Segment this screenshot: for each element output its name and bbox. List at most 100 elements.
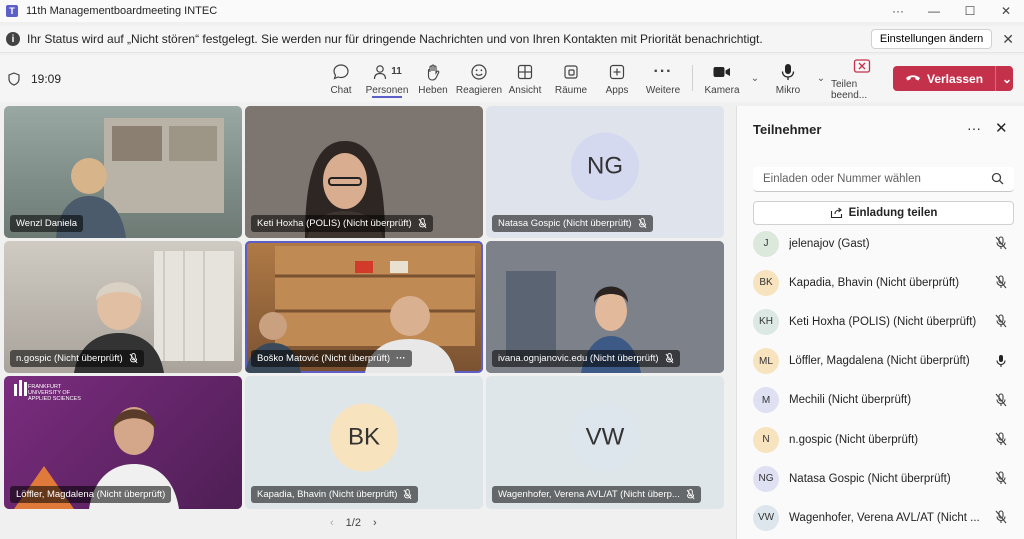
list-item[interactable]: NG Natasa Gospic (Nicht überprüft)	[753, 459, 1015, 498]
video-tile[interactable]: Keti Hoxha (POLIS) (Nicht überprüft)	[245, 106, 483, 238]
share-invite-button[interactable]: Einladung teilen	[753, 201, 1014, 225]
video-tile[interactable]: n.gospic (Nicht überprüft)	[4, 241, 242, 373]
list-item[interactable]: KH Keti Hoxha (POLIS) (Nicht überprüft)	[753, 302, 1015, 341]
video-tile[interactable]: Boško Matović (Nicht überprüft) ···	[245, 241, 483, 373]
participant-name: Kapadia, Bhavin (Nicht überprüft)	[789, 276, 960, 289]
stop-sharing-button[interactable]: Teilen beend...	[831, 55, 893, 102]
video-tile[interactable]: ivana.ognjanovic.edu (Nicht überprüft)	[486, 241, 724, 373]
participant-name: Mechili (Nicht überprüft)	[789, 394, 912, 407]
participant-name: Kapadia, Bhavin (Nicht überprüft)	[257, 489, 398, 500]
participant-name: Keti Hoxha (POLIS) (Nicht überprüft)	[789, 315, 977, 328]
panel-close-icon[interactable]: ✕	[995, 119, 1008, 137]
pagination: ‹ 1/2 ›	[330, 517, 377, 529]
ellipsis-icon: ···	[653, 62, 673, 80]
view-button[interactable]: Ansicht	[502, 55, 548, 102]
chat-button[interactable]: Chat	[318, 55, 364, 102]
tile-name-label: Boško Matović (Nicht überprüft) ···	[251, 350, 412, 367]
next-page-icon[interactable]: ›	[373, 517, 377, 529]
participant-name: Keti Hoxha (POLIS) (Nicht überprüft)	[257, 218, 412, 229]
share-invite-label: Einladung teilen	[848, 207, 938, 219]
close-banner-icon[interactable]: ✕	[1002, 31, 1014, 48]
leave-options-chevron-icon[interactable]: ⌄	[1002, 72, 1012, 86]
camera-label: Kamera	[704, 84, 740, 96]
maximize-button[interactable]: ☐	[952, 0, 988, 22]
chat-icon	[332, 62, 350, 82]
add-app-icon	[608, 62, 626, 82]
participant-name: ivana.ognjanovic.edu (Nicht überprüft)	[498, 353, 659, 364]
participants-panel: Teilnehmer ··· ✕ Einladen oder Nummer wä…	[736, 106, 1024, 539]
mic-options-chevron-icon[interactable]: ⌄	[811, 55, 831, 102]
camera-button[interactable]: Kamera	[699, 55, 745, 102]
status-banner: i Ihr Status wird auf „Nicht stören“ fes…	[0, 26, 1024, 53]
leave-divider	[995, 66, 997, 91]
raise-hand-button[interactable]: Heben	[410, 55, 456, 102]
list-item[interactable]: ML Löffler, Magdalena (Nicht überprüft)	[753, 342, 1015, 381]
rooms-label: Räume	[554, 84, 588, 96]
info-icon: i	[6, 32, 20, 46]
video-tile[interactable]: Wenzl Daniela	[4, 106, 242, 238]
avatar: N	[753, 426, 779, 453]
panel-title: Teilnehmer	[753, 122, 822, 137]
raise-hand-label: Heben	[418, 84, 448, 96]
tile-name-label: n.gospic (Nicht überprüft)	[10, 350, 144, 367]
avatar: NG	[753, 465, 779, 492]
camera-options-chevron-icon[interactable]: ⌄	[745, 55, 765, 102]
stop-sharing-label: Teilen beend...	[831, 79, 868, 101]
video-grid: Wenzl Daniela Keti Hoxha (POLIS) (Nicht …	[4, 106, 725, 510]
react-label: Reagieren	[455, 84, 503, 96]
banner-message: Ihr Status wird auf „Nicht stören“ festg…	[27, 32, 763, 46]
toolbar-divider	[692, 65, 693, 91]
avatar: M	[753, 387, 779, 414]
avatar: NG	[571, 132, 639, 201]
list-item[interactable]: J jelenajov (Gast)	[753, 224, 1015, 263]
video-tile[interactable]: NG Natasa Gospic (Nicht überprüft)	[486, 106, 724, 238]
teams-logo-icon: T	[6, 5, 18, 17]
mic-off-icon	[638, 218, 647, 229]
participant-name: Löffler, Magdalena (Nicht überprüft)	[789, 355, 970, 368]
list-item[interactable]: VW Wagenhofer, Verena AVL/AT (Nicht ...	[753, 498, 1015, 537]
mic-off-icon	[129, 353, 138, 364]
change-settings-button[interactable]: Einstellungen ändern	[870, 29, 993, 49]
react-button[interactable]: Reagieren	[456, 55, 502, 102]
mic-off-icon	[995, 314, 1007, 328]
more-button[interactable]: ··· Weitere	[640, 55, 686, 102]
leave-button[interactable]: Verlassen ⌄	[893, 66, 1013, 91]
list-item[interactable]: BK Kapadia, Bhavin (Nicht überprüft)	[753, 263, 1015, 302]
tile-name-label: Wagenhofer, Verena AVL/AT (Nicht überp..…	[492, 486, 701, 503]
rooms-button[interactable]: Räume	[548, 55, 594, 102]
mic-button[interactable]: Mikro	[765, 55, 811, 102]
list-item[interactable]: N n.gospic (Nicht überprüft)	[753, 420, 1015, 459]
avatar: J	[753, 230, 779, 257]
participant-name: Natasa Gospic (Nicht überprüft)	[498, 218, 632, 229]
stop-share-icon	[853, 56, 871, 76]
participant-name: Wagenhofer, Verena AVL/AT (Nicht ...	[789, 511, 980, 524]
video-tile[interactable]: BK Kapadia, Bhavin (Nicht überprüft)	[245, 376, 483, 509]
panel-more-icon[interactable]: ···	[967, 120, 981, 136]
camera-icon	[712, 62, 732, 82]
more-options-icon[interactable]: ···	[880, 0, 916, 22]
close-window-button[interactable]: ✕	[988, 0, 1024, 22]
people-button[interactable]: 11 Personen	[364, 55, 410, 102]
previous-page-icon[interactable]: ‹	[330, 517, 334, 529]
avatar: KH	[753, 308, 779, 335]
apps-button[interactable]: Apps	[594, 55, 640, 102]
avatar: VW	[753, 504, 779, 531]
invite-search-input[interactable]: Einladen oder Nummer wählen	[753, 167, 1014, 192]
minimize-button[interactable]: —	[916, 0, 952, 22]
mic-off-icon	[995, 471, 1007, 485]
list-item[interactable]: M Mechili (Nicht überprüft)	[753, 381, 1015, 420]
video-tile[interactable]: FRANKFURT UNIVERSITY OF APPLIED SCIENCES…	[4, 376, 242, 509]
apps-label: Apps	[605, 84, 629, 96]
participant-name: Boško Matović (Nicht überprüft)	[257, 353, 391, 364]
participant-name: Löffler, Magdalena (Nicht überprüft)	[16, 489, 166, 500]
chat-label: Chat	[330, 84, 352, 96]
tile-name-label: Wenzl Daniela	[10, 215, 84, 232]
avatar: ML	[753, 348, 779, 375]
tile-name-label: Natasa Gospic (Nicht überprüft)	[492, 215, 653, 232]
video-tile[interactable]: VW Wagenhofer, Verena AVL/AT (Nicht über…	[486, 376, 724, 509]
tile-more-icon[interactable]: ···	[396, 353, 406, 364]
people-count: 11	[391, 66, 402, 77]
people-label: Personen	[365, 84, 409, 96]
meeting-timer: 19:09	[31, 71, 62, 86]
mic-off-icon	[404, 489, 412, 500]
